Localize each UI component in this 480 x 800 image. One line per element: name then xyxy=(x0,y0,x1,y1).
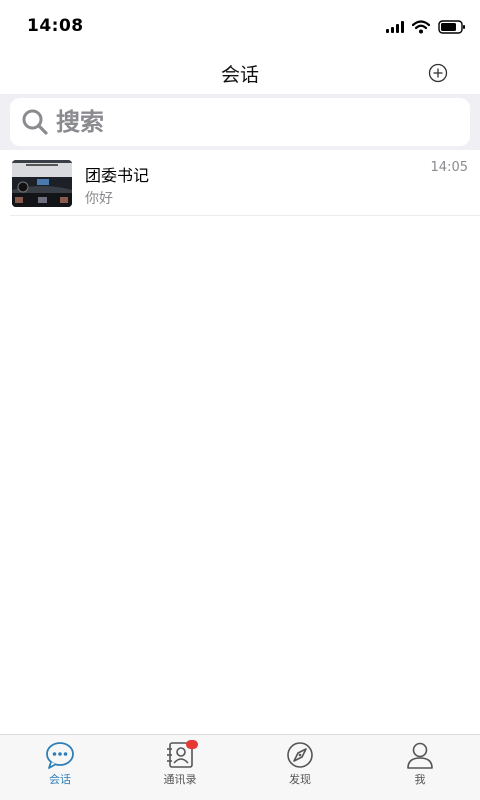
tab-conversations[interactable]: 会话 xyxy=(0,735,120,800)
conversation-time: 14:05 xyxy=(430,160,468,175)
tab-label: 会话 xyxy=(49,773,71,786)
search-container xyxy=(0,94,480,150)
wifi-icon xyxy=(412,20,430,34)
page-title: 会话 xyxy=(220,64,259,86)
tab-bar: 会话 通讯录 发现 我 xyxy=(0,734,480,800)
battery-icon xyxy=(438,20,465,34)
search-box[interactable] xyxy=(10,98,470,146)
status-bar: 14:08 xyxy=(0,0,480,52)
person-icon xyxy=(407,742,433,769)
conversation-item[interactable]: 团委书记 你好 14:05 xyxy=(10,150,480,216)
add-conversation-button[interactable] xyxy=(428,63,448,83)
notification-badge xyxy=(186,740,198,749)
conversation-name: 团委书记 xyxy=(85,166,150,185)
tab-me[interactable]: 我 xyxy=(360,735,480,800)
car-interior-image xyxy=(12,160,72,207)
avatar xyxy=(12,160,72,207)
tab-label: 我 xyxy=(414,773,426,786)
contacts-icon-wrap xyxy=(165,740,198,769)
tab-label: 通讯录 xyxy=(163,773,197,786)
search-input[interactable] xyxy=(56,108,436,136)
chat-bubble-icon xyxy=(46,742,74,769)
conversation-last-message: 你好 xyxy=(85,191,113,207)
cellular-signal-icon xyxy=(386,21,404,33)
status-time: 14:08 xyxy=(27,16,84,36)
status-icons xyxy=(386,19,466,35)
nav-bar: 会话 xyxy=(0,52,480,94)
search-icon xyxy=(22,109,48,135)
tab-label: 发现 xyxy=(289,773,311,786)
tab-discover[interactable]: 发现 xyxy=(240,735,360,800)
tab-contacts[interactable]: 通讯录 xyxy=(120,735,240,800)
compass-icon xyxy=(287,742,313,768)
conversation-list: 团委书记 你好 14:05 xyxy=(0,150,480,216)
